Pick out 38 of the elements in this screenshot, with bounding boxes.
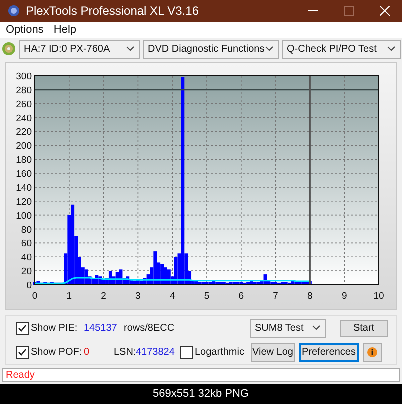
y-tick-label: 0 bbox=[26, 280, 32, 292]
y-tick-label: 300 bbox=[16, 72, 32, 82]
x-tick-label: 9 bbox=[342, 291, 348, 302]
x-tick-label: 10 bbox=[374, 291, 384, 302]
y-tick-label: 260 bbox=[16, 99, 32, 110]
pie-count: 145137 bbox=[84, 322, 118, 336]
status-text: Ready bbox=[6, 368, 35, 382]
show-pie-label: Show PIE: bbox=[31, 322, 79, 336]
x-tick-label: 5 bbox=[204, 291, 210, 302]
y-tick-label: 40 bbox=[21, 252, 32, 264]
y-tick-label: 200 bbox=[16, 141, 32, 152]
pof-count: 0 bbox=[84, 346, 91, 360]
logarithmic-label: Logarthmic bbox=[195, 346, 246, 360]
y-tick-label: 80 bbox=[21, 224, 32, 236]
y-tick-label: 240 bbox=[16, 113, 32, 124]
unit-label: rows/8ECC bbox=[124, 322, 176, 336]
y-tick-label: 120 bbox=[16, 196, 32, 208]
x-tick-label: 8 bbox=[308, 291, 313, 302]
x-tick-label: 0 bbox=[32, 291, 38, 302]
y-tick-label: 220 bbox=[16, 127, 32, 138]
x-tick-label: 1 bbox=[66, 291, 72, 302]
window-title: PlexTools Professional XL V3.16 bbox=[26, 3, 199, 20]
y-tick-label: 100 bbox=[16, 210, 32, 222]
lsn-label: LSN: bbox=[114, 346, 136, 360]
y-tick-label: 60 bbox=[21, 238, 32, 250]
y-tick-label: 140 bbox=[16, 182, 32, 194]
y-tick-label: 20 bbox=[21, 266, 32, 278]
caption-text: 569x551 32kb PNG bbox=[152, 386, 249, 402]
x-tick-label: 4 bbox=[170, 291, 176, 302]
show-pof-label: Show POF: bbox=[31, 346, 80, 360]
y-tick-label: 160 bbox=[16, 169, 32, 180]
y-tick-label: 180 bbox=[16, 155, 32, 166]
x-tick-label: 3 bbox=[136, 291, 141, 302]
x-tick-label: 7 bbox=[273, 291, 278, 302]
x-tick-label: 2 bbox=[101, 291, 106, 302]
y-tick-label: 280 bbox=[16, 85, 32, 96]
lsn-value: 4173824 bbox=[136, 346, 176, 360]
x-tick-label: 6 bbox=[238, 291, 244, 302]
